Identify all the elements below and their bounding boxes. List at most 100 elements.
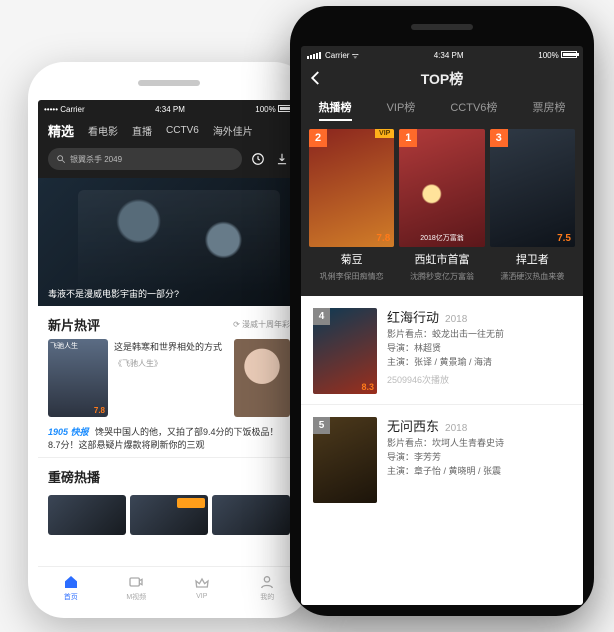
poster-rating: 8.3 — [361, 382, 374, 392]
status-carrier: Carrier ᯤ — [325, 50, 359, 61]
poster-small[interactable]: 飞驰人生 7.8 — [48, 339, 108, 417]
poster-tagline: 2018亿万富翁 — [399, 233, 484, 243]
subtab-item[interactable]: CCTV6榜 — [450, 99, 497, 121]
status-time: 4:34 PM — [155, 105, 185, 114]
list-item[interactable]: 4 8.3 红海行动2018 影片看点：蛟龙出击一往无前 导演：林超贤 主演：张… — [301, 296, 583, 404]
section-title: 新片热评 — [48, 315, 100, 334]
hot-poster[interactable] — [212, 495, 290, 535]
search-row: 银翼杀手 2049 — [38, 148, 300, 178]
thumb: 5 — [313, 417, 377, 503]
subtab-item[interactable]: 票房榜 — [532, 99, 565, 121]
card-subtitle: 沈腾秒变亿万富翁 — [399, 271, 484, 282]
blurb-title: 这是韩寒和世界相处的方式 — [114, 341, 228, 354]
navbar: TOP榜 — [301, 61, 583, 95]
tab-vip[interactable]: VIP — [169, 575, 235, 600]
list-title: 无问西东2018 — [387, 417, 571, 437]
status-bar: Carrier ᯤ 4:34 PM 100% — [301, 46, 583, 61]
topnav-item[interactable]: 直播 — [132, 123, 152, 138]
download-icon[interactable] — [274, 151, 290, 167]
bezel-notch — [138, 80, 200, 86]
list-info: 红海行动2018 影片看点：蛟龙出击一往无前 导演：林超贤 主演：张译 / 黄景… — [387, 308, 571, 394]
rank-badge: 3 — [490, 129, 508, 147]
list-title: 红海行动2018 — [387, 308, 571, 328]
rank-card[interactable]: 2 VIP 7.8 菊豆 巩俐李保田痴情恋 — [309, 129, 394, 282]
hot-strip — [38, 491, 300, 535]
news-ticker[interactable]: 1905 快报 馋哭中国人的他，又拍了部9.4分的下饭极品！ 8.7分！这部悬疑… — [38, 417, 300, 458]
poster-small[interactable] — [234, 339, 290, 417]
poster: 3 7.5 — [490, 129, 575, 247]
section-header-new: 新片热评 ⟳ 漫威十周年彩 — [38, 306, 300, 339]
poster-blurb[interactable]: 这是韩寒和世界相处的方式 《飞驰人生》 — [114, 339, 228, 417]
status-battery: 100% — [255, 105, 294, 114]
subtab-active[interactable]: 热播榜 — [319, 99, 352, 121]
history-icon[interactable] — [250, 151, 266, 167]
poster: 1 2018亿万富翁 — [399, 129, 484, 247]
status-time: 4:34 PM — [434, 51, 464, 60]
bottom-tabbar: 首页 M视频 VIP 我的 — [38, 566, 300, 608]
rank-card[interactable]: 3 7.5 捍卫者 潇洒硬汉热血来袭 — [490, 129, 575, 282]
signal-icon — [307, 52, 321, 59]
tab-label: 我的 — [260, 592, 274, 602]
list-director: 导演：李芳芳 — [387, 451, 571, 465]
status-bar: ••••• Carrier 4:34 PM 100% — [38, 100, 300, 115]
section-title: 重磅热播 — [48, 467, 100, 486]
status-battery: 100% — [538, 51, 577, 60]
screen-left: ••••• Carrier 4:34 PM 100% 精选 看电影 直播 CCT… — [38, 100, 300, 608]
list-item[interactable]: 5 无问西东2018 影片看点：坎坷人生青春史诗 导演：李芳芳 主演：章子怡 /… — [301, 404, 583, 513]
search-input[interactable]: 银翼杀手 2049 — [48, 148, 242, 170]
phone-right: Carrier ᯤ 4:34 PM 100% TOP榜 热播榜 VIP榜 CCT… — [290, 6, 594, 616]
blurb-subtitle: 《飞驰人生》 — [114, 358, 228, 369]
chevron-left-icon — [307, 69, 325, 87]
tab-home[interactable]: 首页 — [38, 574, 104, 602]
rank-badge: 2 — [309, 129, 327, 147]
section-header-hot: 重磅热播 — [38, 458, 300, 491]
screen-right: Carrier ᯤ 4:34 PM 100% TOP榜 热播榜 VIP榜 CCT… — [301, 46, 583, 605]
category-tabs: 精选 看电影 直播 CCTV6 海外佳片 — [38, 115, 300, 148]
list-tagline: 影片看点：蛟龙出击一往无前 — [387, 328, 571, 342]
news-brand: 1905 快报 — [48, 427, 89, 437]
list-cast: 主演：张译 / 黄景瑜 / 海清 — [387, 356, 571, 370]
search-icon — [56, 154, 66, 164]
search-placeholder: 银翼杀手 2049 — [70, 154, 122, 165]
topnav-item[interactable]: 看电影 — [88, 123, 118, 138]
rank-card[interactable]: 1 2018亿万富翁 西虹市首富 沈腾秒变亿万富翁 — [399, 129, 484, 282]
hot-poster[interactable] — [48, 495, 126, 535]
home-icon — [63, 574, 79, 590]
rank-badge: 4 — [313, 308, 330, 325]
poster-rating: 7.8 — [94, 406, 105, 415]
card-title: 西虹市首富 — [399, 251, 484, 267]
card-subtitle: 巩俐李保田痴情恋 — [309, 271, 394, 282]
back-button[interactable] — [307, 69, 325, 87]
thumb: 4 8.3 — [313, 308, 377, 394]
hero-banner[interactable]: 毒液不是漫威电影宇宙的一部分? — [38, 178, 300, 306]
crown-icon — [194, 575, 210, 591]
poster-rating: 7.5 — [557, 233, 571, 244]
subtab-item[interactable]: VIP榜 — [387, 99, 416, 121]
bezel-notch — [411, 24, 473, 30]
tab-label: 首页 — [64, 592, 78, 602]
user-icon — [259, 574, 275, 590]
video-icon — [128, 574, 144, 590]
phone-left: ••••• Carrier 4:34 PM 100% 精选 看电影 直播 CCT… — [28, 62, 310, 618]
list-plays: 2509946次播放 — [387, 374, 571, 388]
list-director: 导演：林超贤 — [387, 342, 571, 356]
tab-mvideo[interactable]: M视频 — [104, 574, 170, 602]
rank-badge: 1 — [399, 129, 417, 147]
vip-badge: VIP — [375, 129, 394, 138]
card-subtitle: 潇洒硬汉热血来袭 — [490, 271, 575, 282]
top3-row: 2 VIP 7.8 菊豆 巩俐李保田痴情恋 1 2018亿万富翁 西虹市首富 沈… — [301, 129, 583, 282]
topnav-item[interactable]: CCTV6 — [166, 125, 199, 136]
list-info: 无问西东2018 影片看点：坎坷人生青春史诗 导演：李芳芳 主演：章子怡 / 黄… — [387, 417, 571, 503]
topnav-active[interactable]: 精选 — [48, 121, 74, 140]
new-releases-row: 飞驰人生 7.8 这是韩寒和世界相处的方式 《飞驰人生》 — [38, 339, 300, 417]
tab-label: M视频 — [126, 592, 146, 602]
poster-rating: 7.8 — [376, 233, 390, 244]
topnav-item[interactable]: 海外佳片 — [213, 123, 253, 138]
page-title: TOP榜 — [421, 71, 464, 87]
list-tagline: 影片看点：坎坷人生青春史诗 — [387, 437, 571, 451]
tab-label: VIP — [196, 593, 207, 600]
section-more[interactable]: ⟳ 漫威十周年彩 — [233, 319, 290, 330]
poster-label: 飞驰人生 — [50, 341, 78, 351]
hot-poster-cctv6[interactable] — [130, 495, 208, 535]
card-title: 菊豆 — [309, 251, 394, 267]
